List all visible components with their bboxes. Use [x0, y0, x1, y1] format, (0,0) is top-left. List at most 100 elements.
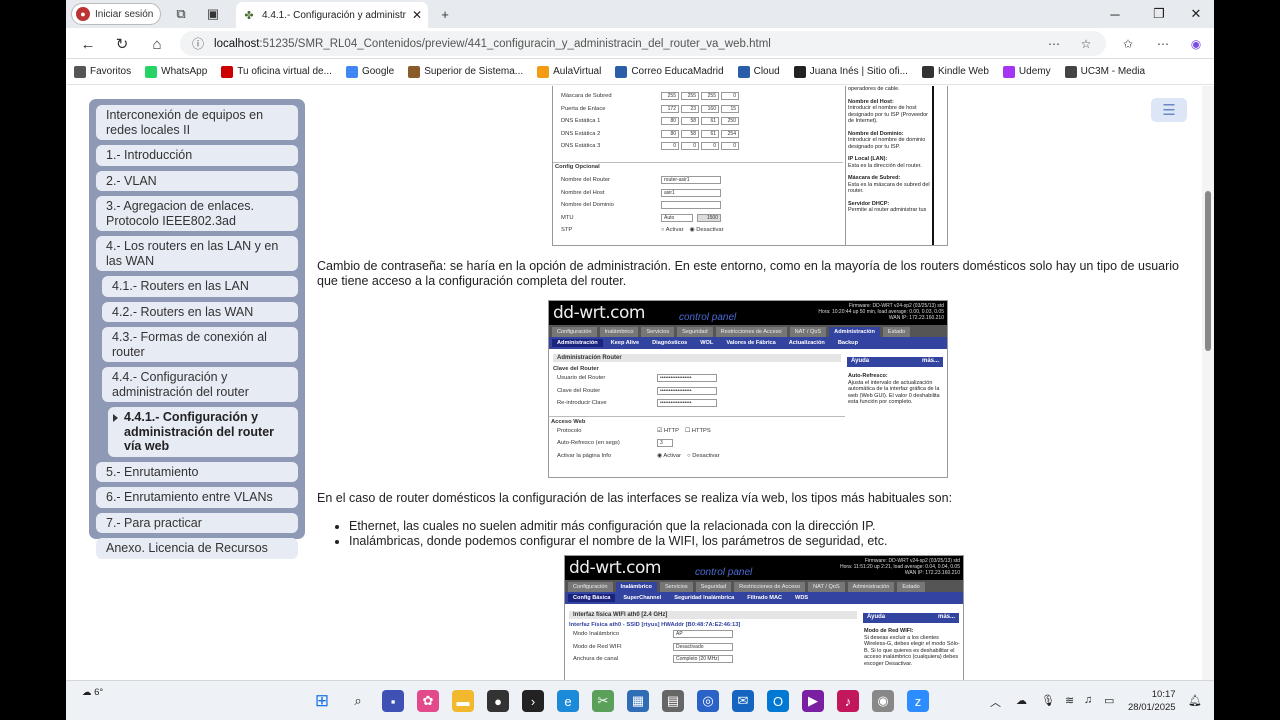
router-user-field[interactable]: •••••••••••••••••• — [657, 374, 717, 383]
home-icon[interactable]: ⌂ — [147, 34, 167, 54]
ddwrt-tab[interactable]: NAT / QoS — [789, 327, 827, 337]
favorites-icon[interactable]: ✩ — [1120, 36, 1136, 52]
mtu-value-field[interactable]: 1500 — [697, 213, 721, 222]
outlook-new-icon[interactable]: ◎ — [697, 690, 719, 712]
ddwrt-tab[interactable]: WDS — [790, 594, 813, 602]
ddwrt-tab[interactable]: Restricciones de Acceso — [734, 582, 806, 592]
menu-item[interactable]: 1.- Introducción — [96, 145, 298, 166]
calculator-icon[interactable]: ▤ — [662, 690, 684, 712]
menu-item[interactable]: Anexo. Licencia de Recursos — [96, 538, 298, 559]
bookmark-item[interactable]: Favoritos — [74, 65, 131, 78]
ddwrt-tab[interactable]: WOL — [695, 339, 718, 347]
menu-item[interactable]: 6.- Enrutamiento entre VLANs — [96, 487, 298, 508]
mtu-select[interactable]: Auto — [661, 213, 693, 222]
menu-item[interactable]: 4.3.- Formas de conexión al router — [102, 327, 298, 362]
ddwrt-tab[interactable]: Configuración — [552, 327, 597, 337]
domain-name-field[interactable] — [661, 201, 721, 210]
ddwrt-tab[interactable]: Servicios — [659, 582, 693, 592]
help-more-link[interactable]: más... — [922, 358, 939, 366]
github-icon[interactable]: ● — [487, 690, 509, 712]
menu-item[interactable]: 2.- VLAN — [96, 170, 298, 191]
bookmark-item[interactable]: Google — [345, 65, 394, 78]
battery-icon[interactable]: ▭ — [1104, 694, 1114, 707]
teams-icon[interactable]: ▪ — [382, 690, 404, 712]
stp-activate-radio[interactable]: ○ Activar — [661, 227, 684, 233]
ip-octet-field[interactable]: 23 — [681, 104, 699, 113]
scrollbar[interactable] — [1202, 86, 1214, 680]
store-icon[interactable]: ▦ — [627, 690, 649, 712]
ddwrt-tab[interactable]: Keep Alive — [606, 339, 644, 347]
menu-item[interactable]: 4.- Los routers en las LAN y en las WAN — [96, 236, 298, 271]
close-window-icon[interactable]: ✕ — [1187, 5, 1205, 23]
camera-icon[interactable]: ◉ — [872, 690, 894, 712]
ddwrt-tab[interactable]: Inalámbrico — [599, 327, 639, 337]
ip-octet-field[interactable]: 80 — [661, 129, 679, 138]
menu-item[interactable]: 4.4.- Configuración y administración del… — [102, 367, 298, 402]
auto-refresh-field[interactable]: 3 — [657, 439, 673, 448]
restore-icon[interactable]: ❐ — [1150, 5, 1168, 23]
ddwrt-tab[interactable]: Actualización — [784, 339, 830, 347]
ip-octet-field[interactable]: 0 — [701, 142, 719, 151]
ip-octet-field[interactable]: 255 — [701, 92, 719, 101]
ddwrt-tab[interactable]: Seguridad — [677, 327, 713, 337]
zoom-icon[interactable]: z — [907, 690, 929, 712]
ddwrt-tab[interactable]: Servicios — [641, 327, 675, 337]
ddwrt-tab[interactable]: Filtrado MAC — [742, 594, 787, 602]
help-more-link[interactable]: más... — [938, 614, 955, 622]
ddwrt-tab[interactable]: Seguridad — [695, 582, 732, 592]
ip-octet-field[interactable]: 172 — [661, 104, 679, 113]
ip-octet-field[interactable]: 15 — [721, 104, 739, 113]
more-icon[interactable]: ⋯ — [1155, 36, 1171, 52]
menu-item[interactable]: 7.- Para practicar — [96, 512, 298, 533]
menu-toggle-icon[interactable]: ☰ — [1151, 98, 1187, 122]
address-bar[interactable]: ⓘ localhost:51235/SMR_RL04_Contenidos/pre… — [180, 31, 1106, 56]
profile-button[interactable]: ● Iniciar sesión — [71, 3, 161, 25]
bookmark-item[interactable]: Correo EducaMadrid — [615, 65, 724, 78]
ip-octet-field[interactable]: 160 — [701, 104, 719, 113]
router-name-field[interactable]: router-asir1 — [661, 176, 721, 185]
ddwrt-tab[interactable]: Administración — [552, 339, 603, 347]
ddwrt-tab[interactable]: Administración — [847, 582, 895, 592]
router-repassword-field[interactable]: •••••••••••••••••• — [657, 399, 717, 408]
info-deactivate-radio[interactable]: ○ Desactivar — [687, 453, 720, 459]
ddwrt-tab[interactable]: Inalámbrico — [615, 582, 657, 592]
ddwrt-tab[interactable]: SuperChannel — [618, 594, 666, 602]
scrollbar-thumb[interactable] — [1205, 191, 1211, 351]
bookmark-item[interactable]: Cloud — [737, 65, 780, 78]
wifi-select[interactable]: Completo (20 MHz) — [673, 655, 733, 664]
ip-octet-field[interactable]: 250 — [721, 117, 739, 126]
favorite-star-icon[interactable]: ☆ — [1078, 36, 1094, 52]
copilot-icon[interactable]: ◉ — [1188, 36, 1204, 52]
ip-octet-field[interactable]: 255 — [661, 92, 679, 101]
http-checkbox[interactable]: ☑ HTTP — [657, 428, 679, 434]
edge-icon[interactable]: e — [557, 690, 579, 712]
wifi-select[interactable]: AP — [673, 630, 733, 639]
ddwrt-tab[interactable]: Configuración — [568, 582, 613, 592]
info-activate-radio[interactable]: ◉ Activar — [657, 453, 681, 459]
ip-octet-field[interactable]: 61 — [701, 129, 719, 138]
menu-item[interactable]: Interconexión de equipos en redes locale… — [96, 105, 298, 140]
back-icon[interactable]: ← — [78, 34, 98, 54]
onedrive-icon[interactable]: ☁ — [1016, 694, 1027, 707]
host-name-field[interactable]: asir1 — [661, 188, 721, 197]
new-tab-icon[interactable]: + — [436, 5, 454, 23]
snipping-tool-icon[interactable]: ✂ — [592, 690, 614, 712]
menu-item[interactable]: 4.4.1.- Configuración y administración d… — [108, 407, 298, 457]
search-icon[interactable]: ⌕ — [347, 690, 369, 712]
ddwrt-tab[interactable]: Restricciones de Acceso — [715, 327, 787, 337]
refresh-icon[interactable]: ↻ — [112, 34, 132, 54]
terminal-icon[interactable]: › — [522, 690, 544, 712]
microphone-icon[interactable]: 🎙︎ — [1041, 694, 1055, 707]
ip-octet-field[interactable]: 0 — [681, 142, 699, 151]
ip-octet-field[interactable]: 58 — [681, 117, 699, 126]
ip-octet-field[interactable]: 80 — [661, 117, 679, 126]
clipchamp-icon[interactable]: ▶ — [802, 690, 824, 712]
router-password-field[interactable]: •••••••••••••••••• — [657, 386, 717, 395]
wifi-select[interactable]: Desactivado — [673, 642, 733, 651]
bookmark-item[interactable]: Udemy — [1002, 65, 1051, 78]
stp-deactivate-radio[interactable]: ◉ Desactivar — [690, 227, 724, 233]
ddwrt-tab[interactable]: Administración — [829, 327, 880, 337]
ip-octet-field[interactable]: 0 — [721, 92, 739, 101]
media-player-icon[interactable]: ♪ — [837, 690, 859, 712]
ddwrt-tab[interactable]: Backup — [833, 339, 863, 347]
